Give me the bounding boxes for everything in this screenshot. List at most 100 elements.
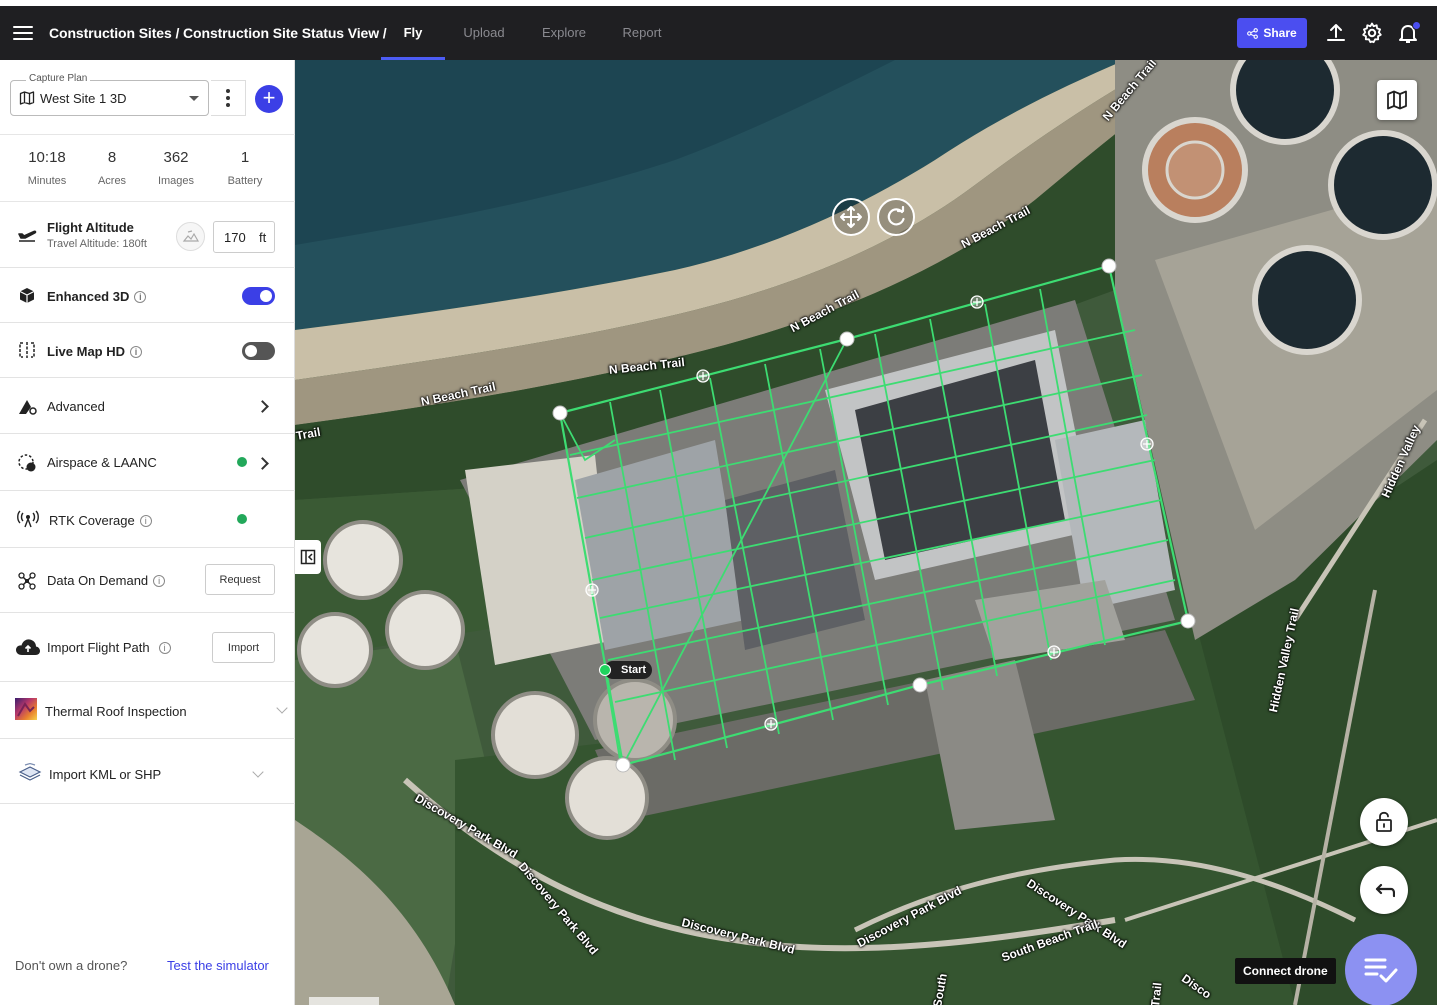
import-kml-label: Import KML or SHP xyxy=(49,767,162,782)
rtk-coverage-row: RTK Coverage i xyxy=(0,491,295,548)
sidebar: West Site 1 3D Capture Plan + 10:18 Minu… xyxy=(0,60,295,1005)
stat-minutes: 10:18 Minutes xyxy=(22,149,72,187)
tab-report[interactable]: Report xyxy=(610,6,674,60)
advanced-label: Advanced xyxy=(47,399,105,414)
info-icon[interactable]: i xyxy=(158,642,171,654)
map-view[interactable]: N Beach Trail N Beach Trail N Beach Trai… xyxy=(295,60,1437,1005)
flight-stats: 10:18 Minutes 8 Acres 362 Images 1 Batte… xyxy=(0,134,295,202)
live-map-hd-toggle[interactable] xyxy=(242,342,275,360)
tab-upload[interactable]: Upload xyxy=(452,6,516,60)
import-flight-path-text: Import Flight Path xyxy=(47,640,150,655)
stat-label: Images xyxy=(157,175,195,187)
airspace-label: Airspace & LAANC xyxy=(47,455,157,470)
flight-altitude-input[interactable]: 170 ft xyxy=(213,221,275,253)
info-icon[interactable]: i xyxy=(153,575,166,587)
notification-badge xyxy=(1412,21,1421,30)
rtk-status-indicator xyxy=(237,514,247,524)
enhanced-3d-row: Enhanced 3D i xyxy=(0,268,295,323)
request-button[interactable]: Request xyxy=(205,564,275,595)
tab-explore[interactable]: Explore xyxy=(530,6,598,60)
map-scale xyxy=(309,997,379,1005)
thermal-roof-label: Thermal Roof Inspection xyxy=(45,704,187,719)
test-simulator-link[interactable]: Test the simulator xyxy=(167,958,269,973)
thermal-roof-row[interactable]: Thermal Roof Inspection xyxy=(0,682,295,739)
thermal-image-icon xyxy=(15,698,37,720)
move-icon xyxy=(840,206,862,228)
share-button[interactable]: Share xyxy=(1237,18,1307,48)
undo-button[interactable] xyxy=(1360,866,1408,914)
advanced-settings-icon xyxy=(19,400,37,415)
split-view-icon xyxy=(19,342,35,358)
enhanced-3d-toggle[interactable] xyxy=(242,287,275,305)
live-map-hd-label: Live Map HD i xyxy=(47,344,143,359)
info-icon[interactable]: i xyxy=(134,291,147,303)
enhanced-3d-label: Enhanced 3D i xyxy=(47,289,147,304)
chevron-down-icon xyxy=(189,96,199,101)
stat-value: 362 xyxy=(163,149,189,166)
breadcrumb[interactable]: Construction Sites / Construction Site S… xyxy=(49,25,387,41)
start-marker[interactable] xyxy=(599,664,611,676)
data-on-demand-row: Data On Demand i Request xyxy=(0,548,295,613)
satellite-imagery xyxy=(295,60,1437,1005)
airspace-status-indicator xyxy=(237,457,247,467)
tab-fly[interactable]: Fly xyxy=(381,6,445,60)
import-flight-path-label: Import Flight Path i xyxy=(47,640,171,655)
airspace-laanc-row[interactable]: Airspace & LAANC xyxy=(0,434,295,491)
share-label: Share xyxy=(1263,26,1297,40)
move-polygon-button[interactable] xyxy=(832,198,870,236)
airplane-takeoff-icon xyxy=(18,230,37,242)
rotate-icon xyxy=(887,206,905,226)
checklist-icon xyxy=(1364,958,1398,983)
rtk-text: RTK Coverage xyxy=(49,513,135,528)
capture-plan-select[interactable]: West Site 1 3D xyxy=(10,80,209,116)
upload-icon[interactable] xyxy=(1324,21,1348,45)
cube-icon xyxy=(19,288,35,303)
stat-value: 1 xyxy=(240,149,250,166)
info-icon[interactable]: i xyxy=(130,346,143,358)
drone-icon xyxy=(18,572,36,590)
map-icon xyxy=(1387,90,1407,110)
data-on-demand-label: Data On Demand i xyxy=(47,573,166,588)
info-icon[interactable]: i xyxy=(139,515,152,527)
cloud-upload-icon xyxy=(16,639,40,655)
chevron-right-icon xyxy=(256,400,269,413)
collapse-panel-icon xyxy=(300,549,316,565)
layers-import-icon xyxy=(18,763,42,781)
stat-acres: 8 Acres xyxy=(92,149,132,187)
map-icon xyxy=(19,91,35,105)
live-map-hd-text: Live Map HD xyxy=(47,344,126,359)
stat-label: Acres xyxy=(97,175,127,187)
gear-icon[interactable] xyxy=(1360,21,1384,45)
chevron-down-icon xyxy=(276,702,288,714)
map-layers-button[interactable] xyxy=(1377,80,1417,120)
lock-button[interactable] xyxy=(1360,798,1408,846)
collapse-sidebar-button[interactable] xyxy=(295,540,321,574)
altitude-value: 170 xyxy=(224,230,246,245)
import-kml-row[interactable]: Import KML or SHP xyxy=(0,739,295,804)
add-plan-button[interactable]: + xyxy=(255,85,283,113)
share-icon xyxy=(1247,27,1259,39)
stat-label: Minutes xyxy=(27,175,67,187)
terrain-follow-button[interactable] xyxy=(176,222,205,251)
rotate-polygon-button[interactable] xyxy=(877,198,915,236)
stat-images: 362 Images xyxy=(153,149,199,187)
connect-drone-button[interactable] xyxy=(1345,934,1417,1005)
more-options-button[interactable] xyxy=(211,80,246,116)
stat-value: 8 xyxy=(107,149,117,166)
import-button[interactable]: Import xyxy=(212,632,275,663)
stat-value: 10:18 xyxy=(28,149,66,166)
start-marker-label: Start xyxy=(604,661,653,679)
travel-altitude-text: Travel Altitude: 180ft xyxy=(47,238,147,250)
flight-altitude-row: Flight Altitude Travel Altitude: 180ft 1… xyxy=(0,202,295,268)
capture-plan-label: Capture Plan xyxy=(26,73,91,84)
live-map-hd-row: Live Map HD i xyxy=(0,323,295,378)
antenna-icon xyxy=(17,510,39,528)
chevron-down-icon xyxy=(252,766,264,778)
enhanced-3d-text: Enhanced 3D xyxy=(47,289,130,304)
flight-altitude-label: Flight Altitude xyxy=(47,220,134,235)
data-on-demand-text: Data On Demand xyxy=(47,573,149,588)
menu-icon[interactable] xyxy=(13,23,33,41)
advanced-row[interactable]: Advanced xyxy=(0,378,295,434)
chevron-right-icon xyxy=(256,457,269,470)
connect-drone-tooltip: Connect drone xyxy=(1235,958,1336,984)
